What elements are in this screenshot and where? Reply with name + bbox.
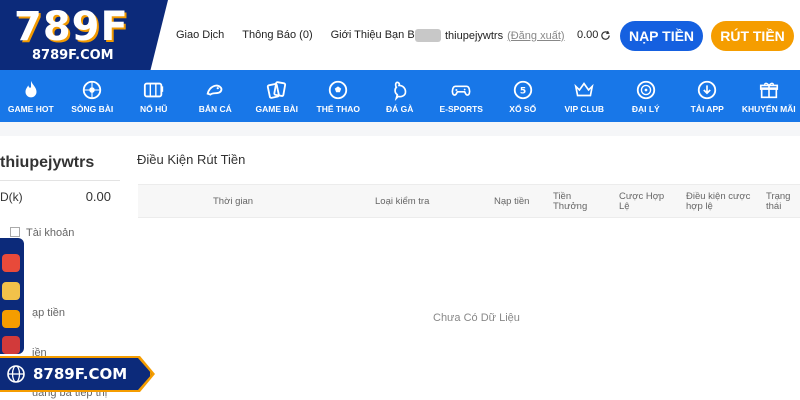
sidebar-balance-value: 0.00 — [85, 189, 111, 204]
logout-link[interactable]: (Đăng xuất) — [507, 30, 564, 42]
nav-label: E-SPORTS — [439, 103, 483, 114]
nav-slots[interactable]: NỔ HŨ — [123, 70, 185, 122]
balance-label: D(k) — [0, 190, 23, 204]
deposit-button[interactable]: NẠP TIỀN — [620, 21, 703, 51]
nav-download-app[interactable]: TẢI APP — [677, 70, 739, 122]
link-referral[interactable]: Giới Thiệu Bạn Bè — [331, 29, 421, 41]
nav-vip-club[interactable]: VIP CLUB — [554, 70, 616, 122]
avatar — [415, 29, 441, 42]
sidebar-item-label: Tài khoản — [26, 227, 75, 239]
nav-label: ĐẠI LÝ — [631, 103, 660, 114]
table-header: Thời gian Loại kiểm tra Nạp tiền Tiền Th… — [138, 184, 800, 218]
flame-icon — [25, 80, 37, 97]
wheel-icon — [2, 336, 20, 354]
nav-label: TẢI APP — [690, 103, 724, 114]
main-nav: GAME HOT SÒNG BÀI NỔ HŨ BẮN CÁ GAME BÀI … — [0, 70, 800, 122]
promo-sidebar[interactable] — [0, 238, 24, 354]
nav-esports[interactable]: E-SPORTS — [431, 70, 493, 122]
logo-main-text: 789F — [14, 4, 129, 50]
account-icon — [10, 227, 20, 237]
nav-label: NỔ HŨ — [140, 103, 168, 114]
column-header: Nạp tiền — [494, 195, 530, 207]
sidebar-username: thiupejywtrs — [0, 154, 95, 171]
nav-agent[interactable]: ĐẠI LÝ — [615, 70, 677, 122]
column-header: Loại kiểm tra — [375, 195, 430, 207]
nav-label: GAME HOT — [7, 103, 54, 114]
nav-label: SÒNG BÀI — [71, 103, 114, 114]
column-header: Thời gian — [213, 195, 254, 207]
balance-display: 0.00 — [577, 29, 611, 41]
logo-sub-text: 8789F.COM — [32, 48, 114, 63]
nav-casino[interactable]: SÒNG BÀI — [62, 70, 124, 122]
withdraw-conditions-panel: Điều Kiện Rút Tiền Thời gian Loại kiểm t… — [120, 136, 800, 400]
top-links: Giao Dịch Thông Báo (0) Giới Thiệu Bạn B… — [176, 29, 421, 41]
roulette-icon — [83, 80, 102, 99]
page-title: Điều Kiện Rút Tiền — [137, 152, 246, 167]
globe-icon — [7, 365, 25, 383]
agent-icon — [636, 80, 655, 99]
refresh-icon[interactable] — [600, 30, 611, 41]
slot-icon — [143, 82, 163, 97]
nav-label: THỂ THAO — [316, 103, 360, 114]
nav-label: ĐÁ GÀ — [386, 103, 414, 114]
fish-icon — [206, 84, 223, 96]
gift-icon — [759, 82, 778, 98]
top-bar: 789F 8789F.COM Giao Dịch Thông Báo (0) G… — [0, 0, 800, 72]
link-transactions[interactable]: Giao Dịch — [176, 29, 224, 41]
nav-label: BẮN CÁ — [198, 103, 232, 114]
nav-label: XỔ SỐ — [509, 103, 537, 114]
nav-lottery[interactable]: 5 XỔ SỐ — [492, 70, 554, 122]
column-header: Trạng thái — [766, 190, 791, 212]
link-notifications[interactable]: Thông Báo (0) — [242, 29, 312, 41]
nav-cockfight[interactable]: ĐÁ GÀ — [369, 70, 431, 122]
divider — [0, 180, 120, 181]
sidebar-item-account[interactable]: Tài khoản — [10, 227, 74, 239]
calendar-icon — [2, 254, 20, 272]
header-username: thiupejywtrs — [445, 29, 504, 42]
column-header: Điều kiện cược hợp lệ — [686, 190, 751, 212]
rooster-icon — [393, 81, 407, 101]
gamepad-icon — [451, 85, 471, 96]
lottery-ball-icon: 5 — [513, 80, 532, 99]
nav-label: KHUYẾN MÃI — [741, 103, 796, 114]
star-icon — [2, 310, 20, 328]
svg-text:5: 5 — [520, 85, 526, 96]
nav-game-hot[interactable]: GAME HOT — [0, 70, 62, 122]
column-header: Cược Hợp Lệ — [619, 190, 665, 212]
column-header: Tiền Thưởng — [553, 190, 588, 212]
nav-sports[interactable]: THỂ THAO — [308, 70, 370, 122]
sidebar-item-deposit[interactable]: ạp tiền — [32, 307, 65, 319]
nav-fishing[interactable]: BẮN CÁ — [185, 70, 247, 122]
soccer-ball-icon — [329, 80, 348, 99]
logo[interactable]: 789F 8789F.COM — [0, 0, 168, 72]
site-badge-text: 8789F.COM — [33, 365, 128, 383]
download-icon — [698, 80, 717, 99]
empty-state: Chưa Có Dữ Liệu — [433, 312, 520, 324]
nav-card-games[interactable]: GAME BÀI — [246, 70, 308, 122]
nav-label: GAME BÀI — [255, 103, 299, 114]
coins-icon — [2, 282, 20, 300]
crown-icon — [574, 81, 594, 96]
cards-icon — [266, 80, 286, 99]
withdraw-button[interactable]: RÚT TIỀN — [711, 21, 794, 51]
balance-value: 0.00 — [577, 29, 599, 41]
user-info: thiupejywtrs (Đăng xuất) — [415, 29, 565, 42]
nav-promotions[interactable]: KHUYẾN MÃI — [738, 70, 800, 122]
nav-label: VIP CLUB — [564, 103, 605, 114]
